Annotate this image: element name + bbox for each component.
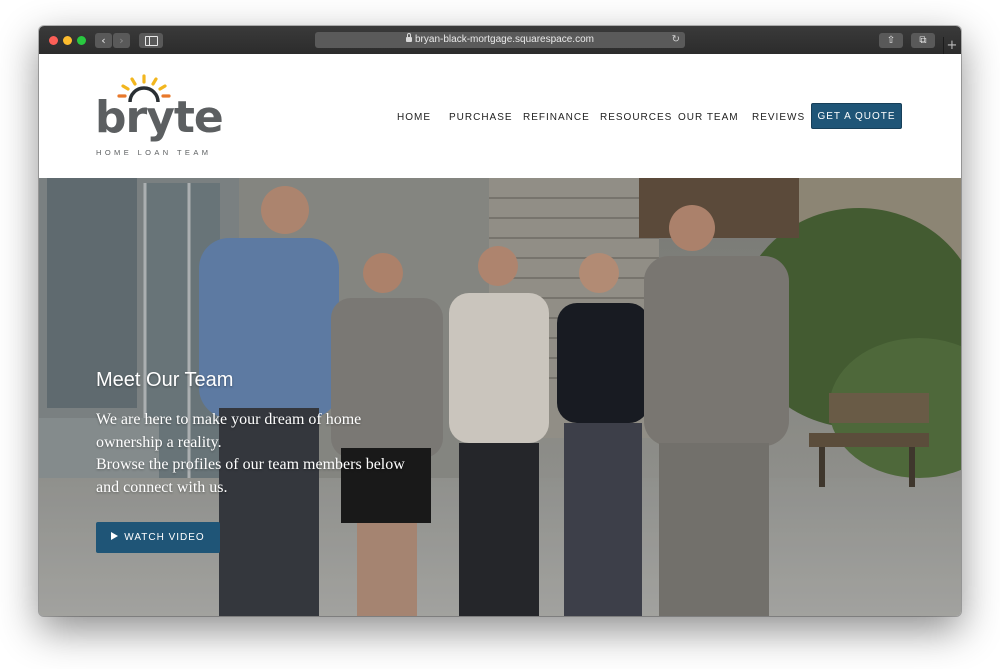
hero-title: Meet Our Team [96, 369, 234, 391]
address-url: bryan-black-mortgage.squarespace.com [415, 34, 594, 45]
plus-icon: + [946, 38, 958, 53]
back-button[interactable]: ‹ [95, 33, 112, 48]
close-window-button[interactable] [49, 36, 58, 45]
nav-link-resources[interactable]: RESOURCES [600, 112, 672, 123]
share-button[interactable]: ⇧ [879, 33, 903, 48]
lock-icon [406, 33, 412, 42]
show-tabs-button[interactable]: ⧉ [911, 33, 935, 48]
address-bar[interactable]: bryan-black-mortgage.squarespace.com ↻ [315, 32, 685, 48]
forward-button[interactable]: › [113, 33, 130, 48]
minimize-window-button[interactable] [63, 36, 72, 45]
nav-link-home[interactable]: HOME [397, 112, 431, 123]
browser-window: ‹ › bryan-black-mortgage.squarespace.com… [39, 26, 961, 616]
hero-description-line: and connect with us. [96, 478, 228, 496]
hero-description-line: Browse the profiles of our team members … [96, 456, 405, 473]
logo-wordmark: bryte [95, 92, 224, 143]
site-logo[interactable]: bryte HOME LOAN TEAM [94, 74, 224, 164]
hero-description-line: ownership a reality. [96, 433, 222, 451]
browser-toolbar: ‹ › bryan-black-mortgage.squarespace.com… [39, 26, 961, 55]
tabs-icon: ⧉ [919, 35, 927, 46]
nav-link-our-team[interactable]: OUR TEAM [678, 112, 739, 123]
reload-icon[interactable]: ↻ [672, 32, 680, 48]
hero-description-line: We are here to make your dream of home [96, 411, 362, 428]
new-tab-button[interactable]: + [943, 37, 960, 54]
sidebar-toggle-button[interactable] [139, 33, 163, 48]
hero-description: We are here to make your dream of home o… [96, 409, 426, 499]
logo-tagline: HOME LOAN TEAM [96, 148, 212, 157]
chevron-right-icon: › [119, 34, 124, 47]
get-a-quote-button[interactable]: GET A QUOTE [811, 103, 902, 129]
hero-section: Meet Our Team We are here to make your d… [39, 178, 961, 616]
watch-video-label: WATCH VIDEO [124, 532, 205, 543]
watch-video-button[interactable]: WATCH VIDEO [96, 522, 220, 553]
nav-link-refinance[interactable]: REFINANCE [523, 112, 590, 123]
nav-link-purchase[interactable]: PURCHASE [449, 112, 513, 123]
site-header: bryte HOME LOAN TEAM HOME PURCHASE REFIN… [39, 54, 961, 178]
chevron-left-icon: ‹ [101, 34, 106, 47]
share-icon: ⇧ [886, 35, 896, 46]
sidebar-icon [144, 36, 158, 46]
play-icon [111, 532, 119, 540]
nav-link-reviews[interactable]: REVIEWS [752, 112, 805, 123]
fullscreen-window-button[interactable] [77, 36, 86, 45]
